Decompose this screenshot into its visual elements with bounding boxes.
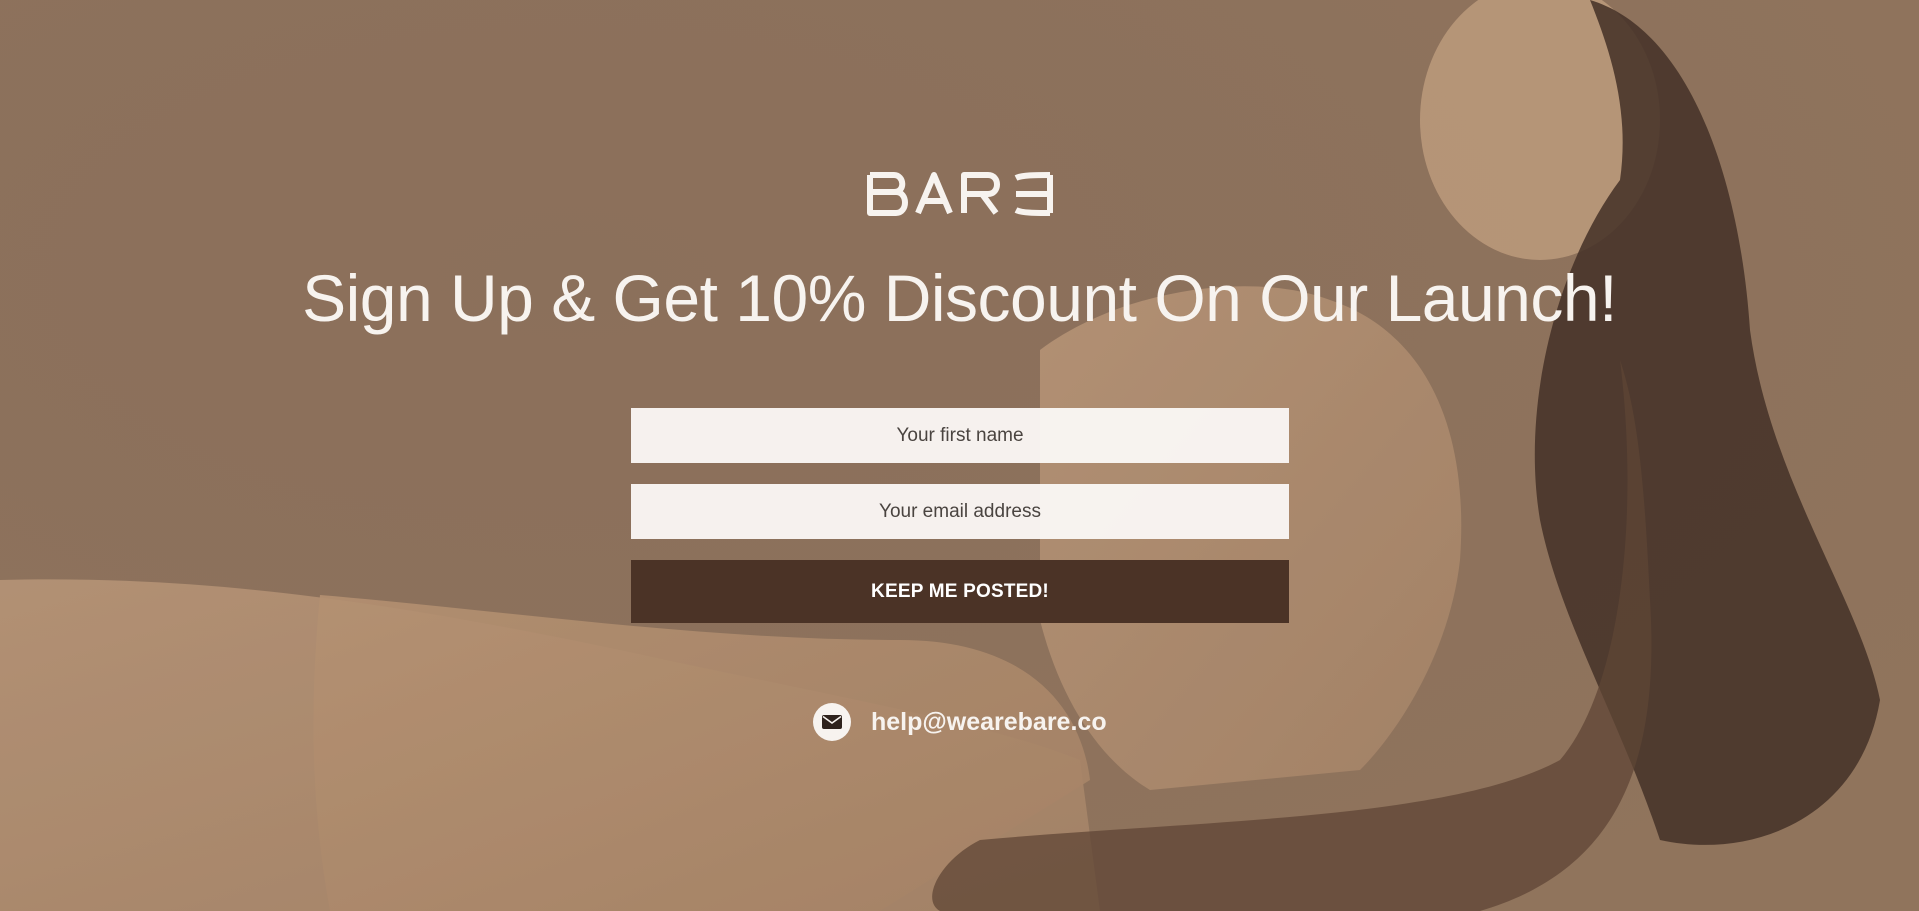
bare-logo — [867, 172, 1053, 216]
email-input[interactable] — [631, 484, 1289, 539]
keep-me-posted-button[interactable]: KEEP ME POSTED! — [631, 560, 1289, 623]
signup-page: Sign Up & Get 10% Discount On Our Launch… — [0, 0, 1919, 911]
signup-content: Sign Up & Get 10% Discount On Our Launch… — [0, 0, 1919, 911]
headline: Sign Up & Get 10% Discount On Our Launch… — [302, 261, 1617, 335]
contact-email-link[interactable]: help@wearebare.co — [871, 708, 1107, 737]
first-name-input[interactable] — [631, 408, 1289, 463]
envelope-icon — [813, 703, 851, 741]
contact-email-row: help@wearebare.co — [813, 702, 1107, 742]
